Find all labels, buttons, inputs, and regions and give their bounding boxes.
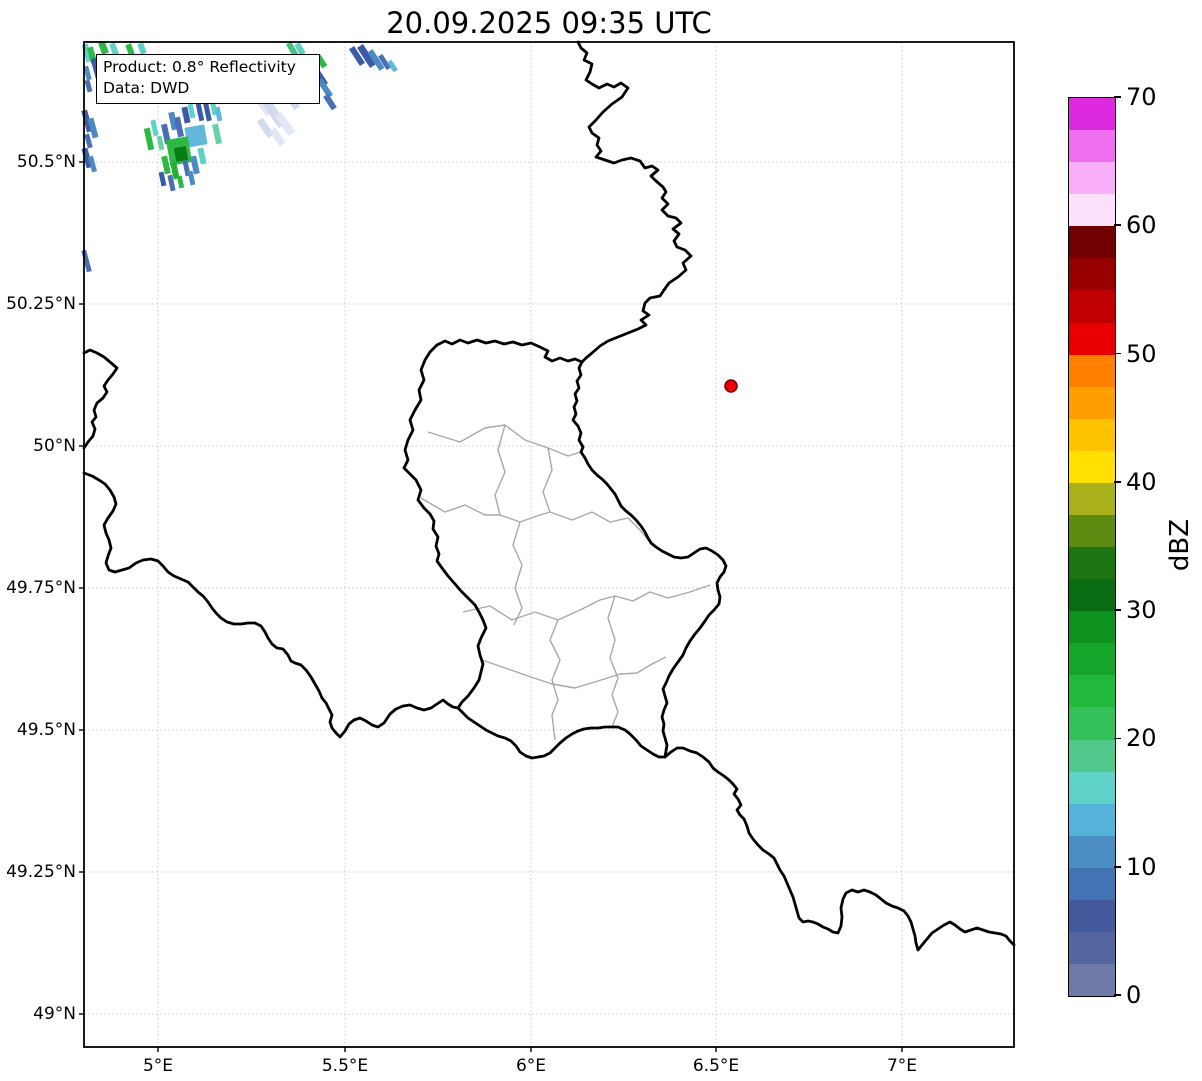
colorbar-band xyxy=(1069,515,1115,548)
canton-border xyxy=(494,424,506,516)
colorbar-band xyxy=(1069,194,1115,227)
y-axis-tick-label: 49.25°N xyxy=(6,862,76,882)
canton-border xyxy=(481,656,667,689)
y-axis-tick-label: 50.25°N xyxy=(6,294,76,314)
product-info-box: Product: 0.8° Reflectivity Data: DWD xyxy=(96,54,320,104)
colorbar-band xyxy=(1069,611,1115,644)
country-border-belgium-germany xyxy=(576,40,693,364)
radar-echo-cell xyxy=(81,249,92,273)
radar-figure: 20.09.2025 09:35 UTC Product: 0.8° Refle… xyxy=(0,0,1202,1081)
canton-border xyxy=(542,447,553,513)
canton-border xyxy=(420,497,649,541)
data-source-line: Data: DWD xyxy=(103,79,190,97)
colorbar-tick-mark xyxy=(1114,865,1121,868)
figure-title: 20.09.2025 09:35 UTC xyxy=(386,6,712,40)
radar-echo-cell xyxy=(203,102,212,122)
country-border-lux-north xyxy=(435,338,584,364)
country-border-lux-south xyxy=(456,706,667,760)
radar-echo-cell xyxy=(84,133,93,149)
country-border-france-belgium-b xyxy=(82,471,460,739)
colorbar-band xyxy=(1069,835,1115,868)
colorbar-band xyxy=(1069,803,1115,836)
colorbar-band xyxy=(1069,98,1115,131)
colorbar-axis-label: dBZ xyxy=(1165,518,1195,572)
colorbar-band xyxy=(1069,867,1115,900)
colorbar-band xyxy=(1069,964,1115,997)
radar-echo-cell xyxy=(173,146,189,162)
x-axis-tick-label: 5.5°E xyxy=(321,1056,369,1076)
radar-site-marker xyxy=(724,379,738,393)
colorbar-band xyxy=(1069,899,1115,933)
colorbar-band xyxy=(1069,354,1115,387)
radar-echo-cell xyxy=(256,117,275,139)
colorbar-tick-mark xyxy=(1114,96,1121,98)
y-axis-tick-label: 50°N xyxy=(33,436,76,456)
map-canvas xyxy=(79,40,1016,1052)
colorbar-band xyxy=(1069,258,1115,291)
colorbar-band xyxy=(1069,450,1115,483)
colorbar-band xyxy=(1069,290,1115,323)
colorbar-band xyxy=(1069,162,1115,195)
colorbar-band xyxy=(1069,675,1115,708)
colorbar-band xyxy=(1069,932,1115,965)
colorbar-tick-mark xyxy=(1114,352,1121,355)
y-axis-tick-label: 50.5°N xyxy=(16,152,76,172)
canton-border xyxy=(427,424,582,457)
canton-border xyxy=(549,619,561,741)
x-axis-tick-label: 5°E xyxy=(142,1056,174,1076)
colorbar-band xyxy=(1069,643,1115,676)
colorbar-band xyxy=(1069,739,1115,772)
radar-echo-cell xyxy=(84,79,93,93)
colorbar-band xyxy=(1069,386,1115,419)
canton-border xyxy=(607,595,619,728)
radar-echo-cell xyxy=(150,119,159,137)
x-axis-tick-label: 6.5°E xyxy=(692,1056,740,1076)
radar-echo-cell xyxy=(137,42,147,55)
colorbar-band xyxy=(1069,771,1115,804)
colorbar-tick-label: 20 xyxy=(1126,724,1157,753)
colorbar-tick-mark xyxy=(1114,737,1121,740)
x-axis-tick-label: 6°E xyxy=(515,1056,547,1076)
radar-echo-cell xyxy=(211,123,223,145)
colorbar-band xyxy=(1069,226,1115,259)
colorbar-tick-label: 0 xyxy=(1126,981,1142,1009)
country-border-france-germany xyxy=(663,746,1016,952)
colorbar-tick-label: 30 xyxy=(1126,596,1157,625)
colorbar-band xyxy=(1069,547,1115,580)
colorbar-tick-mark xyxy=(1114,994,1121,996)
canton-border xyxy=(512,521,523,626)
colorbar-band xyxy=(1069,579,1115,612)
colorbar-tick-mark xyxy=(1114,609,1121,611)
country-border-lux-west xyxy=(402,343,488,710)
country-border-france-belgium-a xyxy=(82,348,119,450)
colorbar-band xyxy=(1069,418,1115,451)
canton-border xyxy=(462,584,711,621)
radar-echo-cell xyxy=(98,41,109,55)
colorbar-band xyxy=(1069,707,1115,740)
colorbar-tick-mark xyxy=(1114,481,1121,483)
colorbar-tick-label: 50 xyxy=(1126,339,1157,368)
colorbar-band xyxy=(1069,322,1115,355)
radar-echo-cell xyxy=(176,175,185,189)
y-axis-tick-label: 49.75°N xyxy=(6,578,76,598)
colorbar-tick-label: 70 xyxy=(1126,83,1157,111)
y-axis-tick-label: 49.5°N xyxy=(16,720,76,740)
colorbar-tick-label: 60 xyxy=(1126,211,1157,240)
radar-echo-cell xyxy=(269,127,286,147)
colorbar-band xyxy=(1069,130,1115,163)
colorbar xyxy=(1068,97,1116,997)
radar-echo-cell xyxy=(197,147,207,165)
y-axis-tick-label: 49°N xyxy=(33,1004,76,1024)
product-info-line: Product: 0.8° Reflectivity xyxy=(103,58,296,76)
colorbar-tick-label: 10 xyxy=(1126,852,1157,881)
colorbar-tick-mark xyxy=(1114,224,1121,227)
x-axis-tick-label: 7°E xyxy=(886,1056,918,1076)
colorbar-band xyxy=(1069,482,1115,516)
colorbar-tick-label: 40 xyxy=(1126,467,1157,496)
country-border-lux-east xyxy=(571,360,728,759)
map-frame xyxy=(83,41,1015,1048)
